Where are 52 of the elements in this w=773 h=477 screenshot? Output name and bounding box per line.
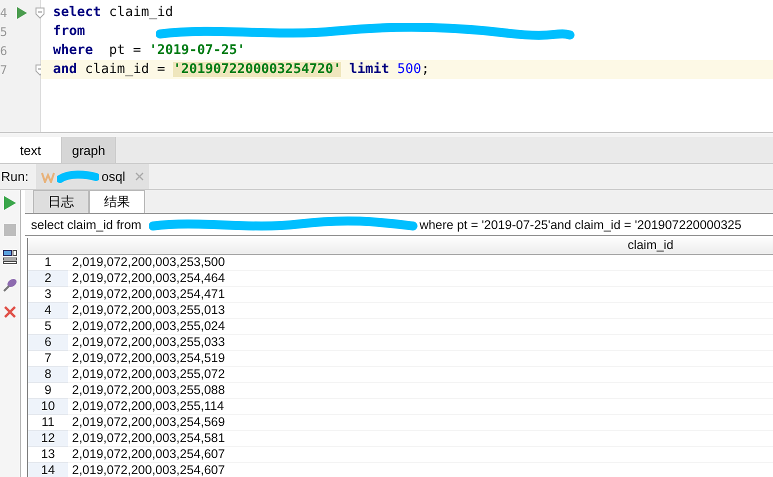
result-tab[interactable]: 日志 [33, 190, 89, 213]
row-number: 13 [28, 447, 68, 463]
table-cell: 2,019,072,200,003,254,607 [68, 463, 773, 477]
table-cell: 2,019,072,200,003,254,569 [68, 415, 773, 431]
table-cell: 2,019,072,200,003,255,088 [68, 383, 773, 399]
run-label: Run: [1, 169, 28, 184]
code-line: select claim_id [53, 5, 174, 20]
table-cell: 2,019,072,200,003,255,024 [68, 319, 773, 335]
row-number: 7 [28, 351, 68, 367]
table-cell: 2,019,072,200,003,255,072 [68, 367, 773, 383]
query-text: select claim_id from [31, 218, 142, 232]
table-cell: 2,019,072,200,003,254,471 [68, 287, 773, 303]
close-icon[interactable] [4, 306, 16, 318]
table-cell: 2,019,072,200,003,253,500 [68, 255, 773, 271]
line-number: 5 [0, 24, 8, 38]
row-number: 4 [28, 303, 68, 319]
row-number: 2 [28, 271, 68, 287]
row-number: 6 [28, 335, 68, 351]
result-tab[interactable]: 结果 [89, 190, 145, 213]
line-number: 4 [0, 6, 8, 20]
table-cell: 2,019,072,200,003,255,114 [68, 399, 773, 415]
view-tab[interactable]: graph [62, 137, 116, 163]
row-number: 1 [28, 255, 68, 271]
code-line: where pt = '2019-07-25' [53, 43, 246, 58]
table-cell: 2,019,072,200,003,254,519 [68, 351, 773, 367]
query-text: where pt = '2019-07-25'and claim_id = '201907220000325 [419, 218, 742, 232]
row-number: 3 [28, 287, 68, 303]
table-cell: 2,019,072,200,003,254,607 [68, 447, 773, 463]
table-cell: 2,019,072,200,003,254,581 [68, 431, 773, 447]
run-tab[interactable]: osql [36, 164, 150, 189]
table-cell: 2,019,072,200,003,255,033 [68, 335, 773, 351]
row-number: 8 [28, 367, 68, 383]
code-line: and claim_id = '2019072200003254720' limit 500; [53, 62, 430, 77]
layout-icon[interactable] [3, 250, 17, 264]
view-tab[interactable]: text [0, 137, 62, 163]
run-icon[interactable] [17, 6, 27, 18]
row-number: 11 [28, 415, 68, 431]
row-number: 12 [28, 431, 68, 447]
close-icon[interactable] [135, 172, 144, 181]
row-number: 14 [28, 463, 68, 477]
wave-icon [41, 170, 56, 182]
row-number: 9 [28, 383, 68, 399]
line-number: 6 [0, 44, 8, 58]
row-number: 10 [28, 399, 68, 415]
run-icon[interactable] [4, 196, 16, 210]
fold-icon[interactable] [35, 6, 45, 18]
code-line: from [53, 24, 86, 39]
table-cell: 2,019,072,200,003,254,464 [68, 271, 773, 287]
line-number: 7 [0, 62, 8, 76]
table-cell: 2,019,072,200,003,255,013 [68, 303, 773, 319]
pin-icon[interactable] [3, 278, 17, 292]
row-number: 5 [28, 319, 68, 335]
